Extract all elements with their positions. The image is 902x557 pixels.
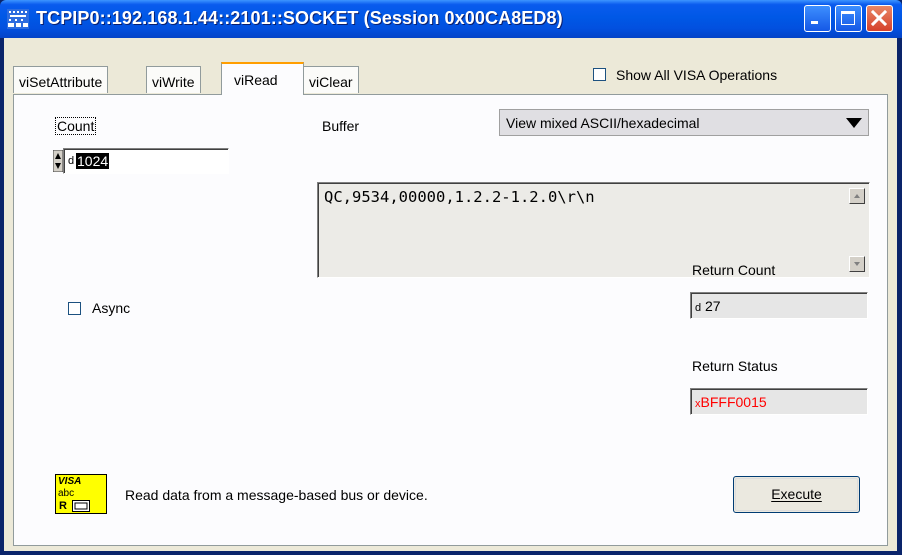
visa-icon-glyph <box>72 500 90 512</box>
execute-button[interactable]: Execute <box>733 476 860 513</box>
show-all-checkbox[interactable] <box>593 68 606 81</box>
dialog-client-area: viSetAttribute viWrite viRead viClear Sh… <box>4 38 897 551</box>
tab-viwrite[interactable]: viWrite <box>146 66 201 93</box>
maximize-icon <box>841 11 855 25</box>
visa-icon-line2: abc <box>58 488 75 499</box>
return-count-border <box>691 293 867 318</box>
tab-visetattribute[interactable]: viSetAttribute <box>13 66 109 93</box>
chevron-down-icon <box>846 118 862 128</box>
count-label: Count <box>55 117 97 135</box>
scroll-up-icon <box>854 194 860 198</box>
tab-label: viSetAttribute <box>19 74 103 90</box>
buffer-view-select[interactable]: View mixed ASCII/hexadecimal <box>499 109 869 136</box>
close-button[interactable] <box>866 5 893 32</box>
window-title: TCPIP0::192.168.1.44::2101::SOCKET (Sess… <box>36 8 563 28</box>
close-icon <box>870 9 888 27</box>
tab-viread[interactable]: viRead <box>221 62 304 95</box>
return-status-label: Return Status <box>692 358 778 374</box>
count-value[interactable]: 1024 <box>76 153 110 169</box>
count-type-glyph: d <box>68 155 75 167</box>
tab-label: viRead <box>234 72 278 88</box>
minimize-icon <box>811 21 818 24</box>
visa-icon-line3: R <box>59 500 67 512</box>
return-count-field: d 27 <box>690 292 868 319</box>
tab-label: viClear <box>309 74 353 90</box>
return-status-field: xBFFF0015 <box>690 388 868 415</box>
title-bar[interactable]: TCPIP0::192.168.1.44::2101::SOCKET (Sess… <box>0 0 902 38</box>
async-checkbox[interactable] <box>68 302 81 315</box>
show-all-label: Show All VISA Operations <box>616 67 778 83</box>
ni-visa-app-icon <box>7 9 29 29</box>
buffer-view-value: View mixed ASCII/hexadecimal <box>506 115 700 131</box>
maximize-button[interactable] <box>835 5 862 32</box>
buffer-textarea[interactable]: QC,9534,00000,1.2.2-1.2.0\r\n <box>317 182 870 278</box>
visa-session-window: TCPIP0::192.168.1.44::2101::SOCKET (Sess… <box>0 0 902 555</box>
return-count-label: Return Count <box>692 262 776 278</box>
tab-label: viWrite <box>152 74 195 90</box>
count-stepper[interactable] <box>52 149 64 173</box>
execute-button-label: Execute <box>771 486 822 502</box>
buffer-label: Buffer <box>322 118 360 134</box>
buffer-content: QC,9534,00000,1.2.2-1.2.0\r\n <box>324 188 595 206</box>
count-input[interactable]: d 1024 <box>63 148 229 174</box>
return-status-border <box>691 389 867 414</box>
scroll-up-button[interactable] <box>849 188 865 204</box>
tab-viclear[interactable]: viClear <box>303 66 359 93</box>
operation-description: Read data from a message-based bus or de… <box>125 487 428 503</box>
visa-read-icon: VISA abc R <box>55 474 107 514</box>
scroll-down-icon <box>854 262 860 266</box>
visa-icon-line1: VISA <box>58 476 82 487</box>
stepper-arrows-icon <box>52 149 64 173</box>
async-label: Async <box>92 300 131 316</box>
scroll-down-button[interactable] <box>849 256 865 272</box>
minimize-button[interactable] <box>804 5 831 32</box>
